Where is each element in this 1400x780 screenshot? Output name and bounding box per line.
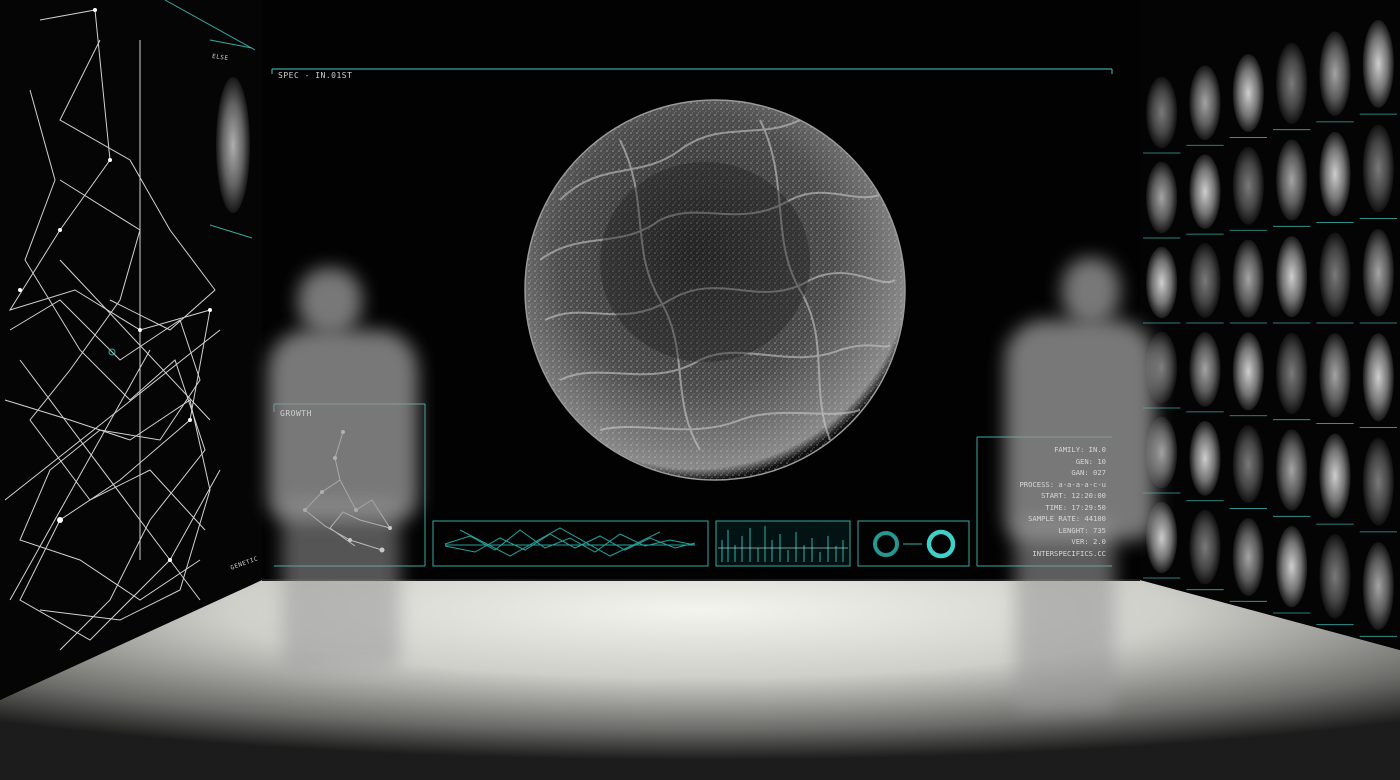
sphere-sculpture — [524, 99, 906, 481]
specimen-disc — [1362, 124, 1394, 213]
specimen-disc — [1362, 20, 1394, 108]
info-panel: FAMILY: IN.0 GEN: 10 GAN: 027 PROCESS: a… — [980, 444, 1106, 559]
screen-title: SPEC - IN.01ST — [278, 71, 353, 80]
info-gen: GEN: 10 — [1075, 456, 1106, 466]
right-wall — [1140, 0, 1400, 650]
info-time: TIME: 17:29:50 — [1045, 502, 1106, 512]
specimen-disc — [1319, 232, 1351, 317]
info-sample-rate: SAMPLE RATE: 44100 — [1028, 514, 1106, 523]
specimen-disc — [1319, 534, 1351, 619]
waveform-panel — [432, 520, 709, 567]
room-scene — [0, 0, 1400, 780]
specimen-disc — [1189, 243, 1221, 318]
specimen-disc — [1146, 76, 1178, 149]
specimen-disc — [1362, 437, 1394, 526]
specimen-disc — [1146, 246, 1178, 319]
specimen-disc — [1232, 54, 1264, 133]
info-website: INTERSPECIFICS.CC — [1032, 548, 1106, 558]
specimen-disc — [1362, 542, 1394, 630]
specimen-disc — [1189, 509, 1221, 585]
specimen-disc — [1189, 65, 1221, 141]
specimen-disc — [1319, 31, 1351, 116]
specimen-disc — [1276, 526, 1308, 608]
specimen-disc — [1362, 333, 1394, 422]
specimen-disc — [1319, 433, 1351, 519]
specimen-disc — [1276, 236, 1308, 318]
specimen-disc — [1232, 517, 1264, 596]
growth-label: GROWTH — [280, 409, 312, 418]
info-process: PROCESS: a-a-a-a-c-u — [1019, 479, 1106, 489]
specimen-disc — [1362, 228, 1394, 317]
specimen-disc — [1276, 42, 1308, 124]
floor — [0, 580, 1400, 780]
spectrogram-panel — [715, 520, 851, 567]
info-gan: GAN: 027 — [1071, 468, 1106, 477]
specimen-disc — [1146, 161, 1178, 234]
specimen-disc — [1232, 146, 1264, 225]
info-family: FAMILY: IN.0 — [1054, 445, 1106, 454]
rings-panel — [857, 520, 970, 567]
specimen-disc — [1189, 154, 1221, 229]
specimen-disc — [1319, 131, 1351, 217]
specimen-disc — [1232, 332, 1264, 411]
info-version: VER: 2.0 — [1071, 537, 1106, 546]
specimen-disc — [1189, 421, 1221, 496]
specimen-disc — [1232, 239, 1264, 318]
info-length: LENGHT: 735 — [1058, 525, 1106, 535]
specimen-disc — [1276, 429, 1308, 511]
installation-render: SPEC - IN.01ST ELSE GENETIC GROWTH FAMIL… — [0, 0, 1400, 780]
specimen-disc — [1276, 332, 1308, 414]
info-start: START: 12:20:00 — [1041, 491, 1106, 500]
specimen-disc — [1232, 425, 1264, 504]
specimen-disc — [1276, 139, 1308, 221]
specimen-disc — [1319, 333, 1351, 418]
specimen-disc — [1189, 332, 1221, 407]
